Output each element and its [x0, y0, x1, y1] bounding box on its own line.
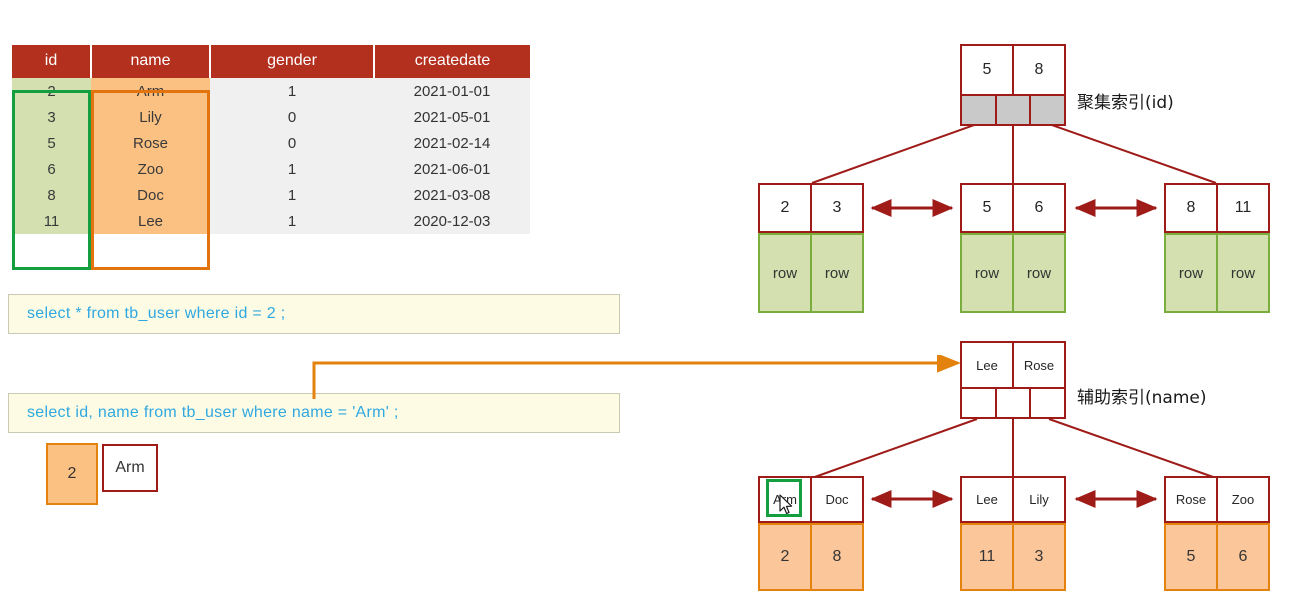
- clustered-root-key: 8: [1034, 61, 1044, 78]
- clustered-root-node: 5 8: [960, 44, 1066, 96]
- value-payload: 3: [1034, 548, 1044, 565]
- secondary-leaf-key: Rose: [1166, 478, 1218, 521]
- row-payload: row: [1230, 264, 1256, 282]
- cell-name: Lee: [91, 208, 210, 234]
- pointer-cell: [962, 389, 997, 417]
- clustered-leaf-node: 5 6: [960, 183, 1066, 233]
- row-payload: row: [824, 264, 850, 282]
- secondary-index-connector-arrow: [312, 355, 961, 399]
- secondary-leaf-key: Lee: [962, 478, 1014, 521]
- row-payload: row: [962, 235, 1014, 311]
- cell-createdate: 2021-06-01: [374, 156, 530, 182]
- cell-id: 11: [12, 208, 91, 234]
- secondary-index-label: 辅助索引(name): [1077, 388, 1207, 408]
- table-row: 5 Rose 0 2021-02-14: [12, 130, 530, 156]
- cell-id: 6: [12, 156, 91, 182]
- row-payload: row: [1166, 235, 1218, 311]
- secondary-leaf-node: Rose Zoo: [1164, 476, 1270, 523]
- table-row: 8 Doc 1 2021-03-08: [12, 182, 530, 208]
- cell-gender: 1: [210, 208, 374, 234]
- clustered-leaf-key: 3: [832, 199, 842, 216]
- secondary-root-pointer-row: [960, 389, 1066, 419]
- clustered-leaf-key: 5: [962, 185, 1014, 231]
- value-payload: 5: [1166, 525, 1218, 589]
- value-payload: 6: [1238, 548, 1248, 565]
- cell-name: Doc: [91, 182, 210, 208]
- secondary-root-key: Rose: [1023, 357, 1055, 373]
- secondary-root-node: Lee Rose: [960, 341, 1066, 389]
- row-payload: row: [760, 235, 812, 311]
- secondary-leaf-key: Lily: [1029, 492, 1049, 507]
- clustered-leaf-key: 6: [1034, 199, 1044, 216]
- table-header-row: id name gender createdate: [12, 45, 530, 78]
- cell-createdate: 2021-01-01: [374, 78, 530, 104]
- clustered-leaf-payload: row row: [960, 233, 1066, 313]
- pointer-cell: [996, 96, 1032, 124]
- secondary-leaf-payload: 11 3: [960, 523, 1066, 591]
- value-payload: 2: [760, 525, 812, 589]
- cell-createdate: 2021-05-01: [374, 104, 530, 130]
- cell-gender: 0: [210, 130, 374, 156]
- secondary-leaf-node: Lee Lily: [960, 476, 1066, 523]
- clustered-leaf-key: 8: [1166, 185, 1218, 231]
- clustered-root-pointer-row: [960, 96, 1066, 126]
- cell-gender: 0: [210, 104, 374, 130]
- cell-createdate: 2021-02-14: [374, 130, 530, 156]
- pointer-cell: [962, 96, 997, 124]
- secondary-leaf-key: Doc: [825, 492, 849, 507]
- secondary-leaf-payload: 2 8: [758, 523, 864, 591]
- cell-id: 8: [12, 182, 91, 208]
- clustered-leaf-key: 11: [1234, 199, 1252, 216]
- table-row: 6 Zoo 1 2021-06-01: [12, 156, 530, 182]
- clustered-leaf-payload: row row: [758, 233, 864, 313]
- secondary-leaf-payload: 5 6: [1164, 523, 1270, 591]
- row-payload: row: [1026, 264, 1052, 282]
- column-header-createdate: createdate: [374, 45, 530, 78]
- cell-name: Rose: [91, 130, 210, 156]
- clustered-leaf-key: 2: [760, 185, 812, 231]
- cell-gender: 1: [210, 182, 374, 208]
- column-header-id: id: [12, 45, 92, 78]
- clustered-leaf-payload: row row: [1164, 233, 1270, 313]
- table-row: 3 Lily 0 2021-05-01: [12, 104, 530, 130]
- mouse-cursor-icon: [779, 494, 793, 515]
- clustered-root-key: 5: [962, 46, 1014, 94]
- pointer-cell: [1031, 96, 1065, 124]
- table-row: 2 Arm 1 2021-01-01: [12, 78, 530, 104]
- cell-id: 5: [12, 130, 91, 156]
- pointer-cell: [996, 389, 1032, 417]
- column-header-gender: gender: [210, 45, 375, 78]
- clustered-leaf-node: 2 3: [758, 183, 864, 233]
- cell-id: 3: [12, 104, 91, 130]
- result-chip-name: Arm: [102, 444, 158, 492]
- cell-createdate: 2021-03-08: [374, 182, 530, 208]
- value-payload: 8: [832, 548, 842, 565]
- table-row: 11 Lee 1 2020-12-03: [12, 208, 530, 234]
- value-payload: 11: [962, 525, 1014, 589]
- cell-gender: 1: [210, 156, 374, 182]
- clustered-index-label: 聚集索引(id): [1077, 93, 1174, 113]
- cell-createdate: 2020-12-03: [374, 208, 530, 234]
- cell-name: Zoo: [91, 156, 210, 182]
- column-header-name: name: [91, 45, 211, 78]
- secondary-leaf-key: Zoo: [1231, 492, 1255, 507]
- cell-id: 2: [12, 78, 91, 104]
- cell-gender: 1: [210, 78, 374, 104]
- clustered-leaf-node: 8 11: [1164, 183, 1270, 233]
- cell-name: Arm: [91, 78, 210, 104]
- sql-query-box-primary: select * from tb_user where id = 2 ;: [8, 294, 620, 334]
- cell-name: Lily: [91, 104, 210, 130]
- result-chip-id: 2: [46, 443, 98, 505]
- user-data-table: id name gender createdate 2 Arm 1 2021-0…: [12, 45, 530, 234]
- pointer-cell: [1031, 389, 1065, 417]
- secondary-root-key: Lee: [962, 343, 1014, 387]
